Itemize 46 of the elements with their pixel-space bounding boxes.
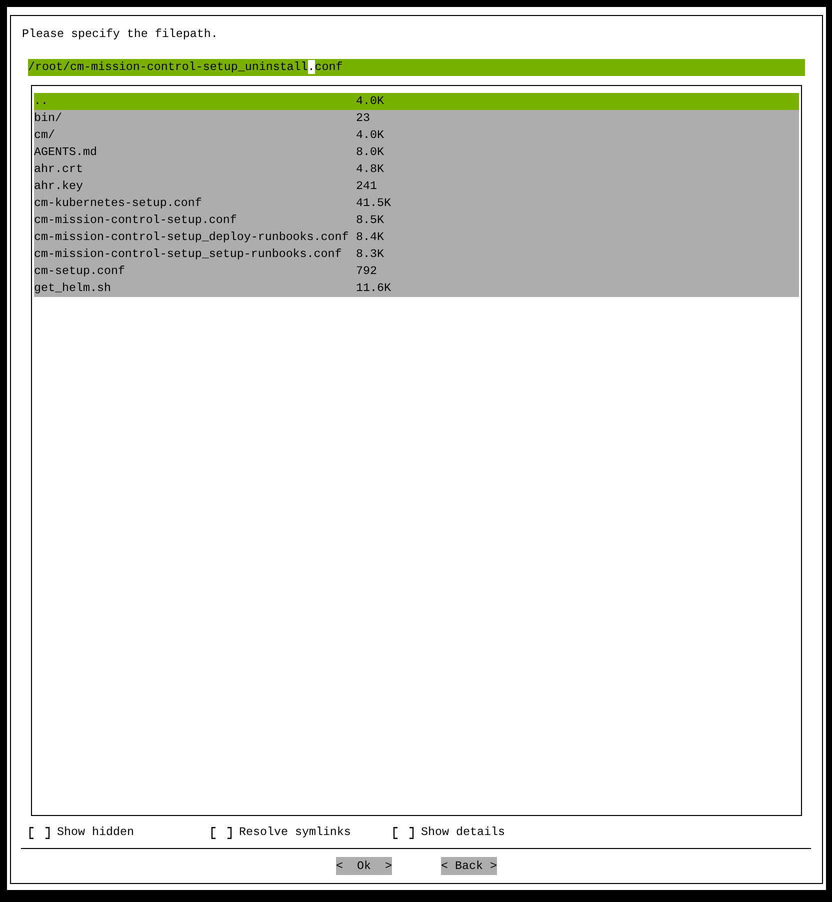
- file-name: ahr.crt: [34, 161, 84, 178]
- file-size: 8.0K: [356, 144, 385, 161]
- path-field[interactable]: /root/cm-mission-control-setup_uninstall.conf: [28, 59, 805, 76]
- file-name: AGENTS.md: [34, 144, 98, 161]
- checkbox-icon[interactable]: [29, 826, 50, 838]
- checkbox-label[interactable]: Show hidden: [57, 824, 134, 841]
- file-row[interactable]: cm-mission-control-setup.conf 8.5K: [34, 212, 799, 229]
- file-row[interactable]: cm-mission-control-setup_deploy-runbooks.conf 8.4K: [34, 229, 799, 246]
- file-name: cm-mission-control-setup_setup-runbooks.conf: [34, 246, 343, 263]
- file-name: ..: [34, 93, 49, 110]
- file-row[interactable]: cm/ 4.0K: [34, 127, 799, 144]
- file-name: cm/: [34, 127, 56, 144]
- file-row[interactable]: AGENTS.md 8.0K: [34, 144, 799, 161]
- file-size: 4.8K: [356, 161, 385, 178]
- file-name: cm-setup.conf: [34, 263, 126, 280]
- file-name: ahr.key: [34, 178, 84, 195]
- file-size: 23: [356, 110, 371, 127]
- file-row[interactable]: ahr.crt 4.8K: [34, 161, 799, 178]
- file-size: 41.5K: [356, 195, 392, 212]
- file-row[interactable]: cm-kubernetes-setup.conf 41.5K: [34, 195, 799, 212]
- file-size: 8.5K: [356, 212, 385, 229]
- file-row[interactable]: ahr.key 241: [34, 178, 799, 195]
- file-size: 4.0K: [356, 93, 385, 110]
- prompt-text: Please specify the filepath.: [22, 26, 219, 43]
- file-row[interactable]: .. 4.0K: [34, 93, 799, 110]
- file-size: 8.4K: [356, 229, 385, 246]
- checkbox-icon[interactable]: [211, 826, 232, 838]
- file-name: cm-mission-control-setup_deploy-runbooks.conf: [34, 229, 350, 246]
- file-size: 4.0K: [356, 127, 385, 144]
- file-name: get_helm.sh: [34, 280, 112, 297]
- checkbox-icon[interactable]: [393, 826, 414, 838]
- dialog-button[interactable]: < Ok >: [336, 857, 392, 875]
- file-size: 11.6K: [356, 280, 392, 297]
- file-name: cm-mission-control-setup.conf: [34, 212, 238, 229]
- file-name: bin/: [34, 110, 63, 127]
- file-row[interactable]: cm-setup.conf 792: [34, 263, 799, 280]
- file-name: cm-kubernetes-setup.conf: [34, 195, 203, 212]
- file-size: 241: [356, 178, 378, 195]
- checkbox-label[interactable]: Resolve symlinks: [239, 824, 351, 841]
- file-size: 792: [356, 263, 378, 280]
- file-row[interactable]: bin/ 23: [34, 110, 799, 127]
- dialog-button[interactable]: < Back >: [441, 857, 497, 875]
- file-size: 8.3K: [356, 246, 385, 263]
- checkbox-label[interactable]: Show details: [421, 824, 505, 841]
- file-row[interactable]: get_helm.sh 11.6K: [34, 280, 799, 297]
- file-row[interactable]: cm-mission-control-setup_setup-runbooks.conf 8.3K: [34, 246, 799, 263]
